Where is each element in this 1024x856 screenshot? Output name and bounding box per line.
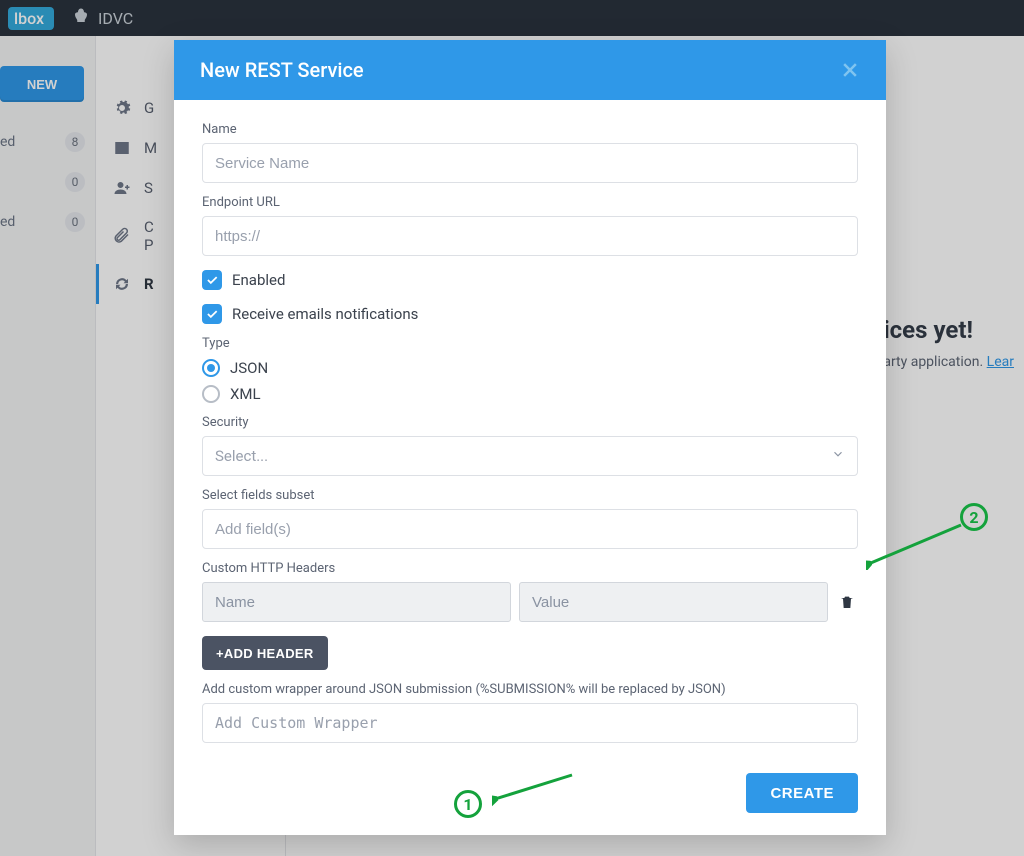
security-select[interactable]: Select... xyxy=(202,436,858,476)
subset-input[interactable] xyxy=(202,509,858,549)
modal-title: New REST Service xyxy=(200,58,364,82)
checkbox-checked-icon xyxy=(202,270,222,290)
radio-unselected-icon xyxy=(202,385,220,403)
url-input[interactable] xyxy=(202,216,858,256)
enabled-checkbox-row[interactable]: Enabled xyxy=(202,270,858,290)
chevron-down-icon xyxy=(831,447,845,465)
type-label: Type xyxy=(202,336,858,351)
type-json-radio[interactable]: JSON xyxy=(202,359,858,377)
checkbox-checked-icon xyxy=(202,304,222,324)
url-label: Endpoint URL xyxy=(202,195,858,210)
type-xml-radio[interactable]: XML xyxy=(202,385,858,403)
modal-body: Name Endpoint URL Enabled Receive emails… xyxy=(174,100,886,759)
modal-footer: CREATE xyxy=(174,759,886,835)
close-icon[interactable] xyxy=(840,60,860,80)
header-name-input[interactable] xyxy=(202,582,511,622)
header-row xyxy=(202,582,858,622)
modal-new-rest-service: New REST Service Name Endpoint URL Enabl… xyxy=(174,40,886,835)
modal-header: New REST Service xyxy=(174,40,886,100)
emails-checkbox-row[interactable]: Receive emails notifications xyxy=(202,304,858,324)
emails-label: Receive emails notifications xyxy=(232,305,418,323)
header-value-input[interactable] xyxy=(519,582,828,622)
headers-label: Custom HTTP Headers xyxy=(202,561,858,576)
name-label: Name xyxy=(202,122,858,137)
wrapper-label: Add custom wrapper around JSON submissio… xyxy=(202,682,858,697)
add-header-button[interactable]: +ADD HEADER xyxy=(202,636,328,670)
name-input[interactable] xyxy=(202,143,858,183)
security-label: Security xyxy=(202,415,858,430)
trash-icon[interactable] xyxy=(836,591,858,613)
create-button[interactable]: CREATE xyxy=(746,773,858,813)
radio-selected-icon xyxy=(202,359,220,377)
subset-label: Select fields subset xyxy=(202,488,858,503)
enabled-label: Enabled xyxy=(232,271,285,289)
app-root: lbox IDVC NEW ed 8 0 ed 0 G xyxy=(0,0,1024,856)
wrapper-input[interactable] xyxy=(202,703,858,743)
